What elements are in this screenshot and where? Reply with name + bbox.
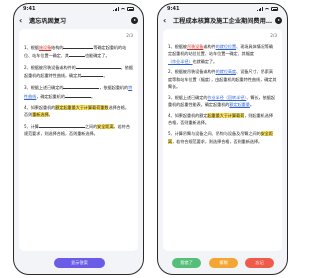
answer-text: 额定起重量 [229, 102, 250, 108]
answer-item-3: 3、根据上述已确定的作业半径（回转半径）、臂长，依据起重机的起重性能表，确定起重… [168, 94, 275, 108]
highlight: 重新选择 [32, 111, 49, 117]
wrong-button[interactable]: 我错了 [172, 258, 201, 268]
page-indicator: 2/3 [270, 33, 277, 38]
question-card: 2/3 1、根据施设备结构的 等确定起重机的站位、站车位置一确定、其 也能确定了。 … [19, 29, 138, 251]
blank[interactable] [63, 83, 100, 90]
answer-item-2: 2、根据被吊装设备或构件的就位高度、设备尺寸、吊索高度等和站车位置（幅度），由起… [168, 69, 277, 90]
play-icon[interactable] [131, 17, 138, 24]
status-time: 9:41 [167, 6, 180, 12]
signal-icon [257, 7, 263, 11]
highlight: 额定起重量大于计算载荷重数 [55, 104, 109, 110]
nav-bar: ‹ 遗忘巩固复习 [14, 14, 143, 27]
phone-left: 9:41 ‹ 遗忘巩固复习 2/3 1、根据施设备结构的 等确定起重机的站位、站车… [13, 3, 144, 275]
back-icon[interactable]: ‹ [163, 16, 171, 25]
nav-bar: ‹ 工程成本核算及施工企业期间费用... [158, 14, 287, 27]
signal-icon [113, 7, 119, 11]
question-item-3: 3、根据上述已确定的 ，依据起重机的特性曲线，确定起重机的。 [24, 83, 133, 99]
blank[interactable] [81, 71, 104, 78]
battery-icon [271, 7, 278, 11]
blank[interactable] [63, 43, 94, 49]
page-indicator: 2/3 [126, 33, 133, 38]
forgot-button[interactable]: 忘记 [245, 258, 274, 268]
answer-item-4: 4、如果起重机的额定起重量大于计算载荷，则起重机选择合格，否则重新选择。 [168, 113, 273, 126]
question-list: 1、根据施设备结构的 等确定起重机的站位、站车位置一确定、其 也能确定了。 2、根据… [24, 43, 133, 141]
vague-button[interactable]: 模糊 [209, 258, 238, 268]
answer-list: 1、根据被吊装设备或构件的就位位置、现场具体情况等确定起重机的站位位置、站车位置… [168, 43, 277, 149]
status-bar: 9:41 [14, 4, 143, 14]
blank[interactable] [64, 92, 91, 98]
blank[interactable] [75, 63, 121, 70]
status-time: 9:41 [23, 6, 36, 12]
page-title: 遗忘巩固复习 [29, 18, 67, 25]
answer-text: 作业半径（回转半径） [207, 94, 247, 100]
battery-icon [127, 7, 134, 11]
question-item-2: 2、根据被吊装设备或构件的 ，依据起重机的起重特性曲线，确定其。 [24, 63, 134, 79]
show-answer-button[interactable]: 显示答案 [54, 258, 105, 268]
highlight: 安全距离 [97, 123, 114, 129]
answer-text: （作业半径） [168, 58, 193, 64]
page-title: 工程成本核算及施工企业期间费用... [173, 18, 272, 25]
wifi-icon [121, 7, 125, 11]
status-bar: 9:41 [158, 4, 287, 14]
keyword: 吊装设备 [186, 44, 204, 49]
blank[interactable] [69, 51, 86, 58]
answer-text: 的就位位置 [215, 44, 237, 49]
wifi-icon [265, 7, 269, 11]
answer-item-5: 5、计算吊臂与设备之间、吊钩与设备及吊臂之间的安全距离，若符合规范要求，则选择合… [168, 131, 273, 144]
blank[interactable] [38, 122, 85, 128]
keyword: 施设备 [38, 45, 52, 50]
question-item-5: 5、计算 之间的安全距离，若符合规范要求，则选择合格，否则重新选择。 [24, 122, 130, 137]
question-item-1: 1、根据施设备结构的 等确定起重机的站位、站车位置一确定、其 也能确定了。 [24, 43, 127, 59]
phone-right: 9:41 ‹ 工程成本核算及施工企业期间费用... 2/3 1、根据被吊装设备或… [157, 3, 288, 275]
question-item-4: 4、如果起重机的额定起重量大于计算载荷重数选择合格，否则重新选择。 [24, 104, 129, 117]
answer-item-1: 1、根据被吊装设备或构件的就位位置、现场具体情况等确定起重机的站位位置、站车位置… [168, 44, 273, 64]
answer-card: 2/3 1、根据被吊装设备或构件的就位位置、现场具体情况等确定起重机的站位位置、… [163, 29, 282, 251]
answer-text: 的就位高度 [215, 69, 237, 75]
play-icon[interactable] [275, 17, 282, 24]
highlight: 起重量大于计算载荷 [207, 113, 245, 119]
back-icon[interactable]: ‹ [19, 16, 27, 25]
